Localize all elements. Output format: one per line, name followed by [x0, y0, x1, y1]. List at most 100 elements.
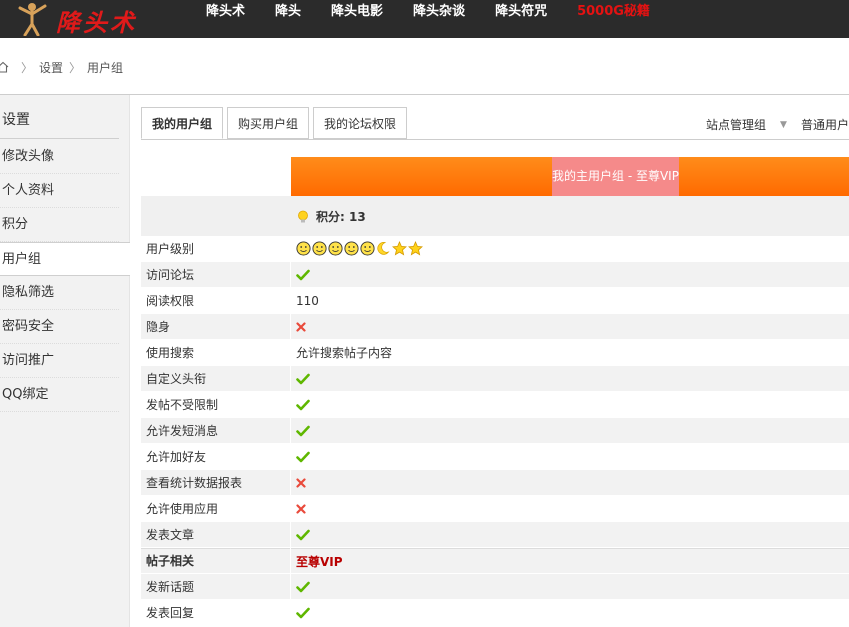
permission-row: 自定义头衔	[141, 365, 849, 392]
sidebar-item[interactable]: 积分	[0, 208, 119, 242]
permission-value	[291, 262, 310, 288]
points-row: 积分: 13	[141, 196, 849, 236]
logo-figure-icon	[18, 3, 47, 36]
permission-value	[291, 496, 306, 522]
nav-item[interactable]: 降头电影	[331, 0, 383, 38]
breadcrumb: 〉 设置 〉 用户组	[0, 58, 123, 76]
tab[interactable]: 购买用户组	[227, 107, 310, 139]
permission-row: 查看统计数据报表	[141, 469, 849, 496]
permission-label: 发表回复	[141, 599, 291, 626]
permission-value	[291, 470, 306, 496]
permission-row: 允许使用应用	[141, 495, 849, 522]
permission-label: 允许使用应用	[141, 495, 291, 522]
sidebar-menu: 修改头像 个人资料 积分 用户组 隐私筛选 密码安全 访问推广 QQ绑定	[0, 140, 130, 412]
permission-label: 允许发短消息	[141, 417, 291, 444]
permission-row: 阅读权限 110	[141, 287, 849, 314]
sidebar-item[interactable]: 隐私筛选	[0, 276, 119, 310]
permission-value	[291, 600, 310, 626]
permission-label: 隐身	[141, 313, 291, 340]
check-icon	[296, 451, 310, 462]
permission-label: 帖子相关	[141, 548, 291, 574]
check-icon	[296, 529, 310, 540]
permission-row: 隐身	[141, 313, 849, 340]
permission-row: 发帖不受限制	[141, 391, 849, 418]
breadcrumb-item-settings[interactable]: 设置	[39, 59, 63, 76]
smiley-face-icon	[296, 241, 311, 256]
smiley-face-icon	[344, 241, 359, 256]
cross-icon	[296, 477, 306, 488]
group-switcher: 站点管理组 ▼ 普通用户	[706, 116, 849, 133]
cross-icon	[296, 321, 306, 332]
permission-label: 允许加好友	[141, 443, 291, 470]
permission-label: 访问论坛	[141, 261, 291, 288]
sidebar-item[interactable]: 用户组	[0, 242, 130, 276]
permission-value: 至尊VIP	[296, 554, 343, 569]
cross-icon	[296, 503, 306, 514]
permission-value: 110	[296, 293, 319, 308]
breadcrumb-item-usergroup[interactable]: 用户组	[87, 59, 123, 76]
permission-row: 允许加好友	[141, 443, 849, 470]
permission-label: 自定义头衔	[141, 365, 291, 392]
permission-row: 允许发短消息	[141, 417, 849, 444]
nav-item[interactable]: 降头杂谈	[413, 0, 465, 38]
smiley-face-icon	[312, 241, 327, 256]
points-value: 积分: 13	[316, 210, 366, 224]
breadcrumb-separator: 〉	[21, 60, 34, 75]
sidebar-item[interactable]: 修改头像	[0, 140, 119, 174]
permission-value: 允许搜索帖子内容	[296, 346, 393, 360]
admin-group-link[interactable]: 站点管理组	[706, 116, 766, 133]
points-display: 积分: 13	[296, 208, 366, 225]
nav-item[interactable]: 降头符咒	[495, 0, 547, 38]
usergroup-tabs: 我的用户组 购买用户组 我的论坛权限	[141, 107, 411, 139]
nav-item[interactable]: 降头	[275, 0, 301, 38]
star-icon	[408, 241, 423, 256]
permission-row: 用户级别	[141, 235, 849, 262]
permission-value	[291, 522, 310, 548]
permission-label: 用户级别	[141, 235, 291, 262]
permission-label: 发新话题	[141, 573, 291, 600]
permission-label: 阅读权限	[141, 287, 291, 314]
permission-value	[291, 574, 310, 600]
logo-text: 降头术	[56, 8, 137, 37]
top-navbar: 降头术 降头术 降头 降头电影 降头杂谈 降头符咒 5000G秘籍	[0, 0, 849, 38]
settings-sidebar: 设置 修改头像 个人资料 积分 用户组 隐私筛选 密码安全 访问推广 QQ绑定	[0, 95, 130, 627]
permission-value	[291, 314, 306, 340]
dropdown-caret-icon[interactable]: ▼	[780, 120, 787, 130]
smiley-face-icon	[328, 241, 343, 256]
nav-item[interactable]: 5000G秘籍	[577, 0, 650, 38]
check-icon	[296, 607, 310, 618]
divider	[0, 138, 119, 139]
check-icon	[296, 581, 310, 592]
permission-row: 使用搜索 允许搜索帖子内容	[141, 339, 849, 366]
lightbulb-icon	[298, 210, 308, 222]
nav-item[interactable]: 降头术	[206, 0, 245, 38]
sidebar-item[interactable]: 个人资料	[0, 174, 119, 208]
permission-value	[291, 418, 310, 444]
moon-icon	[377, 242, 390, 255]
check-icon	[296, 399, 310, 410]
tab[interactable]: 我的用户组	[141, 107, 224, 139]
sidebar-title: 设置	[2, 112, 30, 128]
permission-value	[291, 392, 310, 418]
permission-row: 发新话题	[141, 573, 849, 600]
permission-section-row: 帖子相关 至尊VIP	[141, 548, 849, 574]
permission-row: 发表文章	[141, 521, 849, 548]
star-icon	[392, 241, 407, 256]
permission-label: 使用搜索	[141, 339, 291, 366]
normal-group-link[interactable]: 普通用户	[801, 116, 849, 133]
permission-value	[291, 236, 424, 262]
sidebar-item[interactable]: QQ绑定	[0, 378, 119, 412]
home-icon[interactable]	[0, 61, 9, 73]
permission-label: 查看统计数据报表	[141, 469, 291, 496]
main-nav: 降头术 降头 降头电影 降头杂谈 降头符咒 5000G秘籍	[206, 0, 680, 38]
check-icon	[296, 269, 310, 280]
divider	[141, 139, 849, 140]
sidebar-item[interactable]: 访问推广	[0, 344, 119, 378]
smiley-face-icon	[360, 241, 375, 256]
permission-label: 发表文章	[141, 521, 291, 548]
tab[interactable]: 我的论坛权限	[313, 107, 408, 139]
permission-row: 访问论坛	[141, 261, 849, 288]
main-group-banner: 我的主用户组 - 至尊VIP	[291, 157, 849, 196]
site-logo[interactable]: 降头术	[8, 0, 148, 38]
sidebar-item[interactable]: 密码安全	[0, 310, 119, 344]
